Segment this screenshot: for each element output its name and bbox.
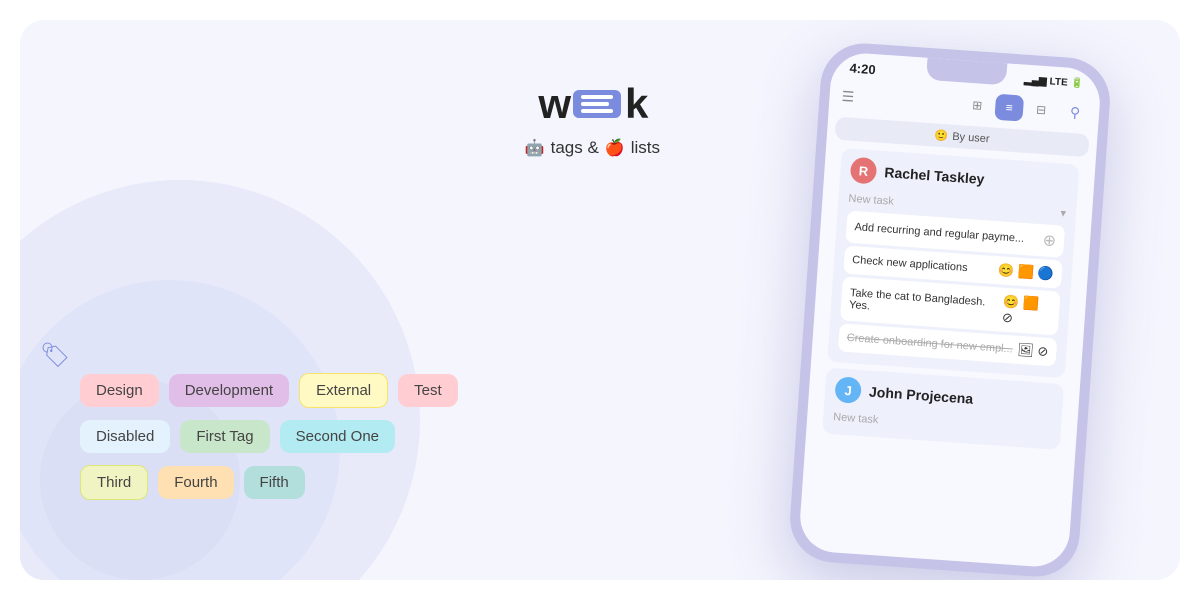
task-icons-3: 😊 🟧 ⊘: [1001, 294, 1052, 329]
tag-first-tag[interactable]: First Tag: [180, 420, 269, 453]
logo-prefix: w: [538, 80, 569, 128]
battery-icon: 🔋: [1070, 78, 1083, 90]
hamburger-icon[interactable]: ☰: [841, 87, 855, 105]
logo-area: w k 🤖 tags & 🍎 lists: [525, 80, 660, 158]
tag-test[interactable]: Test: [398, 374, 458, 407]
phone-mockup: 4:20 ▂▄▆ LTE 🔋 ☰ ⊞ ≡ ⊟: [787, 41, 1113, 580]
detail-view-tab[interactable]: ⊟: [1026, 96, 1056, 124]
task-icons-4: 🖼 ⊘: [1017, 342, 1049, 360]
task-icons-2: 😊 🟧 🔵: [998, 262, 1055, 282]
by-user-label: By user: [952, 130, 990, 145]
by-user-emoji: 🙂: [934, 129, 949, 143]
user-section-john: J John Projecena New task: [822, 368, 1064, 450]
left-panel: w k 🤖 tags & 🍎 lists 🏷 Design Devel: [20, 20, 720, 580]
task-text-1: Add recurring and regular payme...: [854, 221, 1024, 245]
grid-view-tab[interactable]: ⊞: [962, 91, 992, 119]
subtitle-text2: lists: [631, 138, 660, 158]
list-view-tab[interactable]: ≡: [994, 94, 1024, 122]
scroll-area: R Rachel Taskley New task ▾ Add recurrin…: [798, 143, 1096, 569]
avatar-john: J: [834, 376, 862, 404]
tag-fifth[interactable]: Fifth: [244, 466, 305, 499]
tag-third[interactable]: Third: [80, 465, 148, 500]
logo-lines-icon: [573, 90, 621, 118]
phone-outer: 4:20 ▂▄▆ LTE 🔋 ☰ ⊞ ≡ ⊟: [787, 41, 1113, 580]
tag-development[interactable]: Development: [169, 374, 289, 407]
tags-row-2: Disabled First Tag Second One: [80, 420, 458, 453]
signal-bars: ▂▄▆: [1024, 75, 1047, 88]
user-name-john: John Projecena: [869, 384, 974, 407]
tag-second-one[interactable]: Second One: [280, 420, 395, 453]
tag-fourth[interactable]: Fourth: [158, 466, 233, 499]
logo-subtitle: 🤖 tags & 🍎 lists: [525, 138, 660, 158]
tags-section: Design Development External Test Disable…: [80, 373, 458, 500]
logo: w k: [538, 80, 646, 128]
tags-row-3: Third Fourth Fifth: [80, 465, 458, 500]
user-name-rachel: Rachel Taskley: [884, 164, 985, 187]
task-text-3: Take the cat to Bangladesh. Yes.: [849, 287, 1004, 322]
right-panel: 4:20 ▂▄▆ LTE 🔋 ☰ ⊞ ≡ ⊟: [720, 20, 1180, 580]
task-text-2: Check new applications: [852, 254, 968, 274]
logo-line-3: [581, 109, 613, 113]
tag-external[interactable]: External: [299, 373, 388, 408]
filter-button[interactable]: ⚲: [1062, 99, 1088, 125]
logo-suffix: k: [625, 80, 646, 128]
view-tabs: ⊞ ≡ ⊟: [962, 91, 1056, 123]
logo-line-1: [581, 95, 613, 99]
avatar-rachel: R: [850, 157, 878, 185]
lte-label: LTE: [1049, 76, 1068, 88]
status-time: 4:20: [849, 60, 876, 77]
logo-line-2: [581, 102, 609, 106]
add-task-btn[interactable]: ⊕: [1042, 230, 1057, 251]
phone-screen: 4:20 ▂▄▆ LTE 🔋 ☰ ⊞ ≡ ⊟: [798, 51, 1102, 569]
task-text-4: Create onboarding for new empl...: [846, 332, 1013, 356]
android-icon: 🤖: [525, 138, 545, 158]
status-icons: ▂▄▆ LTE 🔋: [1024, 75, 1084, 90]
apple-icon: 🍎: [605, 138, 625, 158]
main-card: w k 🤖 tags & 🍎 lists 🏷 Design Devel: [20, 20, 1180, 580]
user-section-rachel: R Rachel Taskley New task ▾ Add recurrin…: [827, 148, 1079, 378]
tag-icon: 🏷: [40, 341, 70, 370]
tag-disabled[interactable]: Disabled: [80, 420, 170, 453]
tag-design[interactable]: Design: [80, 374, 159, 407]
subtitle-text: tags &: [551, 138, 599, 158]
chevron-down-icon: ▾: [1060, 206, 1066, 219]
tags-row-1: Design Development External Test: [80, 373, 458, 408]
